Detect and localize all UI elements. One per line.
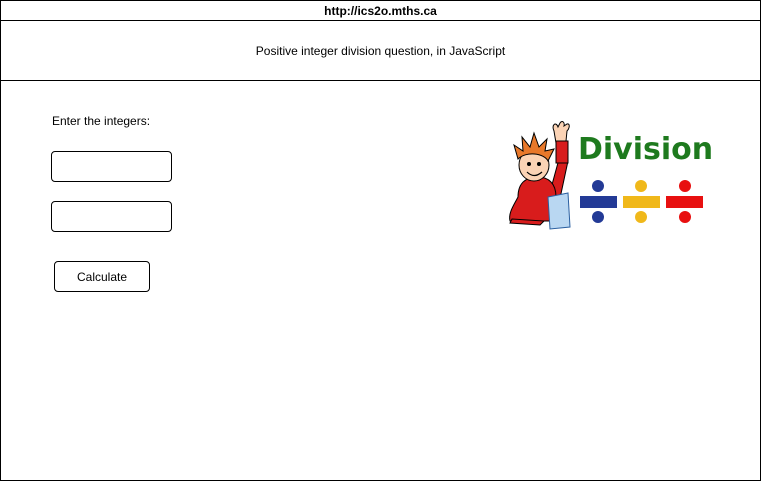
- logo-wordmark: Division: [578, 132, 713, 167]
- division-logo-image: Division: [509, 121, 713, 230]
- url-text: http://ics2o.mths.ca: [324, 3, 437, 18]
- page-header: Positive integer division question, in J…: [1, 21, 760, 81]
- input-prompt: Enter the integers:: [52, 114, 151, 128]
- first-integer-input[interactable]: [51, 151, 172, 182]
- cartoon-boy-icon: [509, 121, 571, 230]
- page-title: Positive integer division question, in J…: [255, 43, 506, 58]
- division-symbols-icon: [580, 180, 703, 223]
- second-integer-input[interactable]: [51, 201, 172, 232]
- page-frame: http://ics2o.mths.ca Positive integer di…: [0, 0, 761, 481]
- calculate-label: Calculate: [76, 269, 128, 284]
- calculate-button[interactable]: Calculate: [54, 261, 150, 292]
- url-bar[interactable]: http://ics2o.mths.ca: [1, 1, 760, 21]
